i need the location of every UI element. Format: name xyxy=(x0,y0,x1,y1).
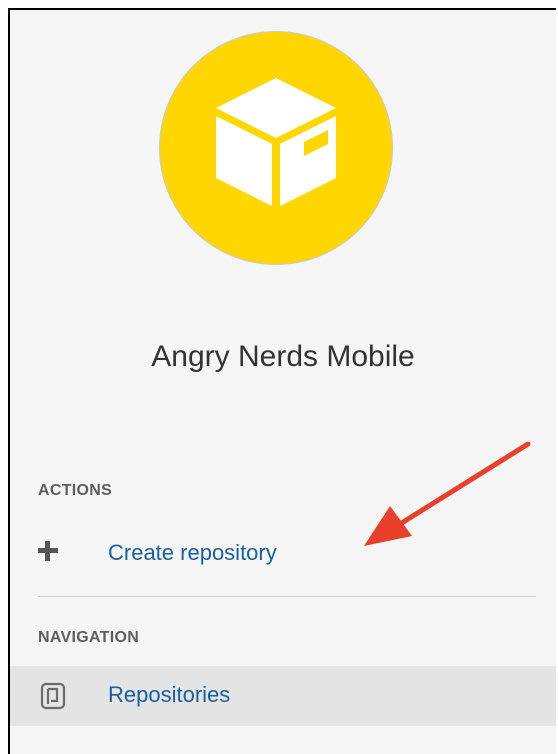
repositories-link[interactable]: Repositories xyxy=(108,682,230,708)
repository-icon xyxy=(40,682,66,710)
annotation-arrow xyxy=(364,441,531,546)
navigation-heading: NAVIGATION xyxy=(38,629,140,646)
create-repository-link[interactable]: Create repository xyxy=(108,540,277,566)
box-icon xyxy=(216,78,336,206)
project-name: Angry Nerds Mobile xyxy=(151,340,415,373)
project-sidebar: Angry Nerds Mobile ACTIONS Create reposi… xyxy=(8,8,556,754)
nav-item-repositories[interactable]: Repositories xyxy=(10,666,556,726)
plus-icon xyxy=(38,541,58,561)
actions-heading: ACTIONS xyxy=(38,482,113,499)
section-divider xyxy=(38,596,536,597)
project-avatar xyxy=(160,32,392,264)
